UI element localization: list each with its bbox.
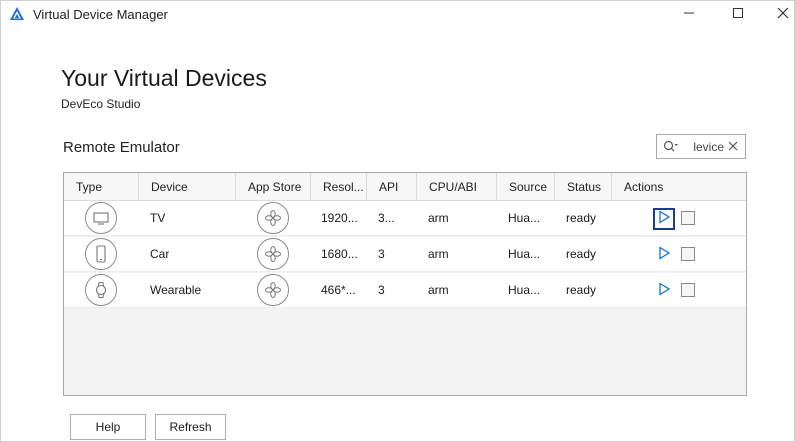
phone-icon <box>85 238 117 270</box>
title-bar: Virtual Device Manager <box>1 1 794 29</box>
maximize-icon <box>732 6 744 24</box>
stop-button[interactable] <box>681 211 695 225</box>
api-level: 3... <box>378 211 395 225</box>
virtual-device-manager-window: Virtual Device Manager Your Virtual Devi… <box>0 0 795 442</box>
column-header-resolution[interactable]: Resol... <box>311 173 367 201</box>
device-name: TV <box>150 211 166 225</box>
cpu-abi: arm <box>428 247 449 261</box>
search-input[interactable] <box>684 138 724 156</box>
watch-icon <box>85 274 117 306</box>
search-box[interactable] <box>656 134 746 159</box>
play-icon <box>657 209 671 229</box>
column-header-status[interactable]: Status <box>555 173 612 201</box>
stop-button[interactable] <box>681 247 695 261</box>
device-name: Car <box>150 247 170 261</box>
source: Hua... <box>508 283 541 297</box>
page-subtitle: DevEco Studio <box>61 97 141 111</box>
source: Hua... <box>508 247 541 261</box>
app-store-icon[interactable] <box>257 202 289 234</box>
clear-search-icon[interactable] <box>726 139 740 153</box>
source: Hua... <box>508 211 541 225</box>
search-dropdown-icon[interactable] <box>663 140 679 154</box>
device-table: Type Device App Store Resol... API CPU/A… <box>63 172 747 396</box>
run-button[interactable] <box>653 208 675 230</box>
run-button[interactable] <box>654 245 674 265</box>
api-level: 3 <box>378 283 385 297</box>
resolution: 1680... <box>321 247 358 261</box>
resolution: 466*... <box>321 283 356 297</box>
page-title: Your Virtual Devices <box>61 65 267 91</box>
maximize-button[interactable] <box>715 1 761 29</box>
play-icon <box>657 281 671 301</box>
minimize-icon <box>683 6 695 24</box>
table-row[interactable]: TV 1920... 3... arm Hua... ready <box>64 201 746 236</box>
stop-button[interactable] <box>681 283 695 297</box>
app-store-icon[interactable] <box>257 238 289 270</box>
window-title: Virtual Device Manager <box>33 7 168 22</box>
column-header-cpu-abi[interactable]: CPU/ABI <box>417 173 497 201</box>
table-header: Type Device App Store Resol... API CPU/A… <box>64 173 746 201</box>
close-button[interactable] <box>760 1 794 29</box>
run-button[interactable] <box>654 281 674 301</box>
play-icon <box>657 245 671 265</box>
device-name: Wearable <box>150 283 202 297</box>
cpu-abi: arm <box>428 211 449 225</box>
cpu-abi: arm <box>428 283 449 297</box>
table-row[interactable]: Wearable 466*... 3 arm Hua... ready <box>64 273 746 308</box>
app-logo-icon <box>9 6 25 22</box>
minimize-button[interactable] <box>666 1 712 29</box>
refresh-button[interactable]: Refresh <box>155 414 226 440</box>
column-header-actions[interactable]: Actions <box>612 173 748 201</box>
help-button[interactable]: Help <box>70 414 146 440</box>
section-title: Remote Emulator <box>63 139 180 156</box>
resolution: 1920... <box>321 211 358 225</box>
status: ready <box>566 283 597 297</box>
tv-icon <box>85 202 117 234</box>
app-store-icon[interactable] <box>257 274 289 306</box>
status: ready <box>566 211 597 225</box>
column-header-app-store[interactable]: App Store <box>236 173 311 201</box>
column-header-device[interactable]: Device <box>139 173 236 201</box>
table-row[interactable]: Car 1680... 3 arm Hua... ready <box>64 237 746 272</box>
column-header-type[interactable]: Type <box>64 173 139 201</box>
api-level: 3 <box>378 247 385 261</box>
close-icon <box>777 6 789 24</box>
status: ready <box>566 247 597 261</box>
column-header-source[interactable]: Source <box>497 173 555 201</box>
column-header-api[interactable]: API <box>367 173 417 201</box>
